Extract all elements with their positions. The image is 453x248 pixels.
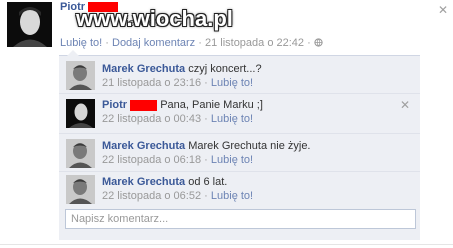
- comment-like-link[interactable]: Lubię to!: [211, 154, 253, 166]
- separator: ·: [198, 37, 202, 49]
- comment-text: od 6 lat.: [188, 176, 228, 188]
- avatar[interactable]: [7, 2, 52, 47]
- comment-text: Marek Grechuta nie żyje.: [188, 140, 311, 152]
- avatar[interactable]: [66, 61, 95, 90]
- avatar[interactable]: [66, 175, 95, 204]
- comment-timestamp[interactable]: 22 listopada o 06:52: [102, 190, 201, 202]
- comment-author[interactable]: Marek Grechuta: [102, 176, 185, 188]
- comment-timestamp[interactable]: 21 listopada o 23:16: [102, 77, 201, 89]
- add-comment-link[interactable]: Dodaj komentarz: [112, 37, 195, 49]
- comment-like-link[interactable]: Lubię to!: [211, 77, 253, 89]
- close-icon[interactable]: ✕: [438, 3, 448, 17]
- comment-text: Pana, Panie Marku ;]: [160, 99, 263, 111]
- comment-author[interactable]: Piotr: [102, 99, 127, 111]
- comment-item: Piotr Pana, Panie Marku ;] 22 listopada …: [59, 94, 420, 134]
- close-icon[interactable]: ✕: [400, 98, 410, 112]
- comment-item: Marek Grechuta czyj koncert...? 21 listo…: [59, 56, 420, 94]
- comment-input[interactable]: Napisz komentarz...: [65, 209, 416, 229]
- like-link[interactable]: Lubię to!: [60, 37, 102, 49]
- post-timestamp[interactable]: 21 listopada o 22:42: [205, 37, 304, 49]
- comments-section: Marek Grechuta czyj koncert...? 21 listo…: [59, 50, 420, 240]
- avatar[interactable]: [66, 139, 95, 168]
- comment-text: czyj koncert...?: [188, 63, 262, 75]
- comment-like-link[interactable]: Lubię to!: [211, 190, 253, 202]
- comment-like-link[interactable]: Lubię to!: [211, 113, 253, 125]
- separator: ·: [105, 37, 109, 49]
- comment-item: Marek Grechuta od 6 lat. 22 listopada o …: [59, 172, 420, 205]
- watermark: www.wiocha.pl: [76, 6, 233, 31]
- comment-item: Marek Grechuta Marek Grechuta nie żyje. …: [59, 134, 420, 172]
- post-meta: Lubię to! · Dodaj komentarz · 21 listopa…: [60, 37, 323, 49]
- globe-icon: [314, 37, 323, 49]
- divider: [0, 244, 453, 245]
- comment-timestamp[interactable]: 22 listopada o 00:43: [102, 113, 201, 125]
- avatar-photo: [7, 2, 52, 47]
- comment-timestamp[interactable]: 22 listopada o 06:18: [102, 154, 201, 166]
- comment-author[interactable]: Marek Grechuta: [102, 63, 185, 75]
- avatar[interactable]: [66, 99, 95, 128]
- comment-author[interactable]: Marek Grechuta: [102, 140, 185, 152]
- redaction-mark: [130, 99, 158, 111]
- separator: ·: [307, 37, 311, 49]
